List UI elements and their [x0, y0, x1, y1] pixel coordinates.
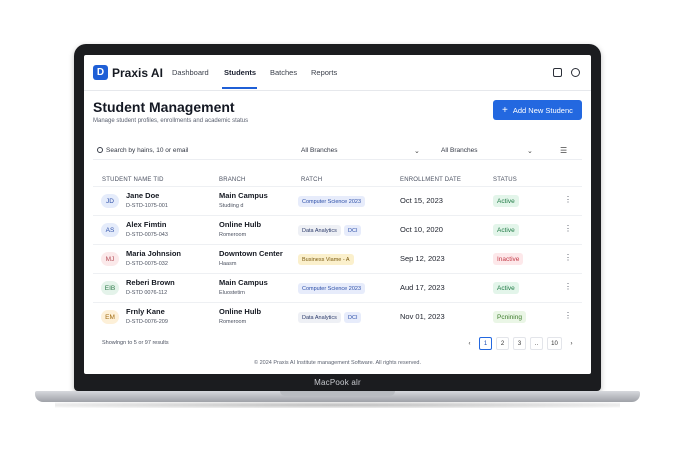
filter-icon[interactable]: ☰: [560, 146, 567, 155]
results-count: Showlngn to 5 or 97 results: [102, 340, 169, 346]
nav-students[interactable]: Students: [224, 68, 256, 77]
more-options-icon[interactable]: ⋮: [564, 282, 572, 291]
batch-badge: Business Viame - A: [298, 254, 354, 265]
status-badge: Inactive: [493, 253, 524, 265]
branch-name: Downtown Center: [219, 249, 283, 258]
nav-active-underline: [222, 87, 257, 89]
status-badge: Active: [493, 195, 519, 207]
table-row[interactable]: JD Jane Doe D-STD-1075-001 Main Campus S…: [93, 186, 582, 215]
page-3[interactable]: 3: [513, 337, 526, 350]
branch-sub: Eluostetirn: [219, 290, 245, 296]
branch-name: Online Hulb: [219, 220, 262, 229]
brand-name[interactable]: Praxis AI: [112, 66, 163, 80]
avatar: MJ: [101, 252, 119, 266]
batch-tag: DCI: [344, 225, 362, 236]
avatar: EIB: [101, 281, 119, 295]
batch-badge: Computer Science 2023: [298, 283, 366, 294]
more-options-icon[interactable]: ⋮: [564, 224, 572, 233]
copyright-text: © 2024 Praxis AI Institute management So…: [254, 360, 421, 366]
enrollment-date: Sep 12, 2023: [400, 254, 445, 263]
enrollment-date: Nov 01, 2023: [400, 312, 445, 321]
student-id: D-STD-0075-032: [126, 261, 168, 267]
student-name[interactable]: Jane Doe: [126, 191, 159, 200]
batch-tag: DCI: [344, 312, 362, 323]
add-student-label: Add New Studenc: [512, 105, 573, 115]
chevron-down-icon[interactable]: ⌄: [414, 147, 420, 155]
laptop-chin: MacPook alr: [74, 374, 601, 391]
more-options-icon[interactable]: ⋮: [564, 311, 572, 320]
more-options-icon[interactable]: ⋮: [564, 195, 572, 204]
search-input[interactable]: Search by hains, 10 or email: [106, 147, 188, 154]
page-2[interactable]: 2: [496, 337, 509, 350]
page-1[interactable]: 1: [479, 337, 492, 350]
branch-sub: Studiing d: [219, 203, 244, 209]
enrollment-date: Aud 17, 2023: [400, 283, 445, 292]
branch-select-1[interactable]: All Branches: [301, 147, 338, 154]
status-badge: Active: [493, 282, 519, 294]
student-id: D-STD-0075-043: [126, 232, 168, 238]
table-row[interactable]: AS Alex Fimtin D-STD-0075-043 Online Hul…: [93, 215, 582, 244]
avatar: EM: [101, 310, 119, 324]
table-row[interactable]: EM Frnly Kane D-STD-0076-209 Online Hulb…: [93, 302, 582, 331]
col-header-enrollment: ENROLLMENT DATE: [400, 177, 462, 183]
table-row[interactable]: EIB Reberi Brown D-STD 0076-112 Main Cam…: [93, 273, 582, 302]
page-title: Student Management: [93, 99, 235, 115]
page-prev[interactable]: ‹: [463, 337, 476, 350]
search-icon: [97, 147, 103, 153]
enrollment-date: Oct 10, 2020: [400, 225, 443, 234]
student-id: D-STD-1075-001: [126, 203, 168, 209]
laptop-shadow: [55, 402, 620, 408]
col-header-name: STUDENT NAME TID: [102, 177, 164, 183]
batch-badge: Data Analytics: [298, 312, 341, 323]
enrollment-date: Oct 15, 2023: [400, 196, 443, 205]
add-student-button[interactable]: + Add New Studenc: [493, 100, 582, 120]
batch-badge: Computer Science 2023: [298, 196, 366, 207]
chevron-down-icon[interactable]: ⌄: [527, 147, 533, 155]
notification-icon[interactable]: [553, 68, 562, 77]
branch-sub: Romeroom: [219, 319, 247, 325]
batch-badge: Data Analytics: [298, 225, 341, 236]
col-header-branch: BRANCH: [219, 177, 246, 183]
branch-sub: Romeroom: [219, 232, 247, 238]
student-id: D-STD 0076-112: [126, 290, 168, 296]
col-header-status: STATUS: [493, 177, 517, 183]
student-name[interactable]: Maria Johnsion: [126, 249, 181, 258]
status-badge: Active: [493, 224, 519, 236]
nav-batches[interactable]: Batches: [270, 68, 297, 77]
student-name[interactable]: Reberi Brown: [126, 278, 175, 287]
plus-icon: +: [502, 104, 508, 116]
page-subtitle: Manage student profiles, enrollments and…: [93, 118, 249, 124]
laptop-notch: [280, 391, 395, 396]
branch-select-2[interactable]: All Branches: [441, 147, 478, 154]
student-name[interactable]: Alex Fimtin: [126, 220, 166, 229]
branch-name: Main Campus: [219, 278, 268, 287]
status-badge: Pcnining: [493, 311, 526, 323]
page-10[interactable]: 10: [547, 337, 562, 350]
logo-icon: D: [93, 65, 108, 80]
col-header-batch: RATCH: [301, 177, 323, 183]
student-name[interactable]: Frnly Kane: [126, 307, 165, 316]
profile-icon[interactable]: [571, 68, 580, 77]
avatar: AS: [101, 223, 119, 237]
app-screen: D Praxis AI Dashboard Students Batches R…: [84, 55, 591, 374]
branch-name: Online Hulb: [219, 307, 262, 316]
branch-sub: Haasm: [219, 261, 237, 267]
nav-dashboard[interactable]: Dashboard: [172, 68, 209, 77]
branch-name: Main Campus: [219, 191, 268, 200]
page-ellipsis: ..: [530, 337, 543, 350]
page-next[interactable]: ›: [565, 337, 578, 350]
table-row[interactable]: MJ Maria Johnsion D-STD-0075-032 Downtow…: [93, 244, 582, 273]
student-id: D-STD-0076-209: [126, 319, 168, 325]
device-label: MacPook alr: [314, 378, 361, 387]
nav-reports[interactable]: Reports: [311, 68, 337, 77]
avatar: JD: [101, 194, 119, 208]
more-options-icon[interactable]: ⋮: [564, 253, 572, 262]
